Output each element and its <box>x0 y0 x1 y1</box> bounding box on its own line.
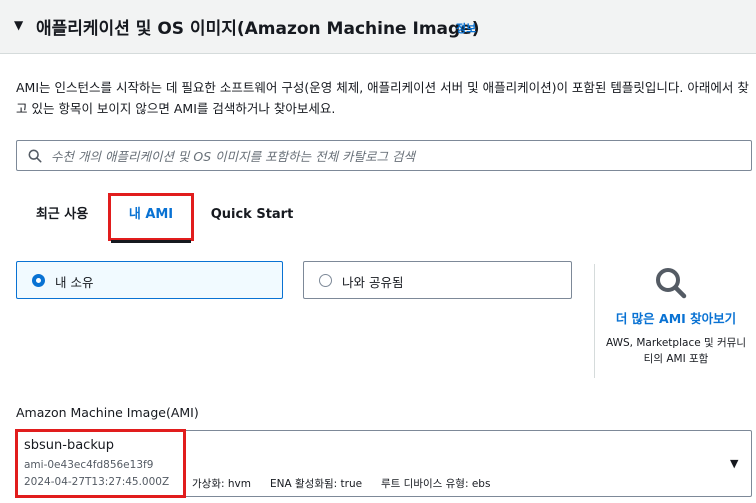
radio-selected-icon[interactable] <box>32 274 45 287</box>
ami-virtualization: 가상화: hvm <box>192 478 251 490</box>
radio-owned-by-me[interactable]: 내 소유 <box>16 261 283 299</box>
ami-id: ami-0e43ec4fd856e13f9 <box>24 459 154 471</box>
browse-more-description: AWS, Marketplace 및 커뮤니티의 AMI 포함 <box>606 337 746 365</box>
tab-recent[interactable]: 최근 사용 <box>20 193 104 241</box>
radio-shared-with-me[interactable]: 나와 공유됨 <box>303 261 572 299</box>
section-description: AMI는 인스턴스를 시작하는 데 필요한 소프트웨어 구성(운영 체제, 애플… <box>16 80 749 116</box>
caret-down-icon[interactable]: ▼ <box>730 457 738 470</box>
ami-date: 2024-04-27T13:27:45.000Z <box>24 476 170 488</box>
catalog-search[interactable] <box>16 140 752 171</box>
radio-label: 나와 공유됨 <box>342 275 404 290</box>
tab-quick-start[interactable]: Quick Start <box>204 193 300 241</box>
ami-name: sbsun-backup <box>24 438 114 453</box>
section-header[interactable]: ▼ 애플리케이션 및 OS 이미지(Amazon Machine Image) … <box>0 0 756 54</box>
tab-my-ami[interactable]: 내 AMI <box>108 193 194 241</box>
info-link[interactable]: 정보 <box>456 20 476 36</box>
ami-tabs: 최근 사용 내 AMI Quick Start <box>0 193 756 241</box>
search-input[interactable] <box>51 145 741 167</box>
vertical-divider <box>594 264 595 378</box>
browse-more-amis: 더 많은 AMI 찾아보기 AWS, Marketplace 및 커뮤니티의 A… <box>596 258 756 378</box>
active-tab-indicator <box>111 240 191 243</box>
search-icon[interactable] <box>654 266 688 300</box>
ami-root-device: 루트 디바이스 유형: ebs <box>381 478 491 490</box>
caret-down-icon[interactable]: ▼ <box>14 18 23 32</box>
section-title: 애플리케이션 및 OS 이미지(Amazon Machine Image) <box>36 19 480 39</box>
search-icon <box>28 149 42 163</box>
radio-label: 내 소유 <box>55 275 94 290</box>
ami-field-label: Amazon Machine Image(AMI) <box>16 405 199 420</box>
ami-ena: ENA 활성화됨: true <box>270 478 363 490</box>
browse-more-amis-link[interactable]: 더 많은 AMI 찾아보기 <box>596 308 756 327</box>
radio-unselected-icon[interactable] <box>319 274 332 287</box>
